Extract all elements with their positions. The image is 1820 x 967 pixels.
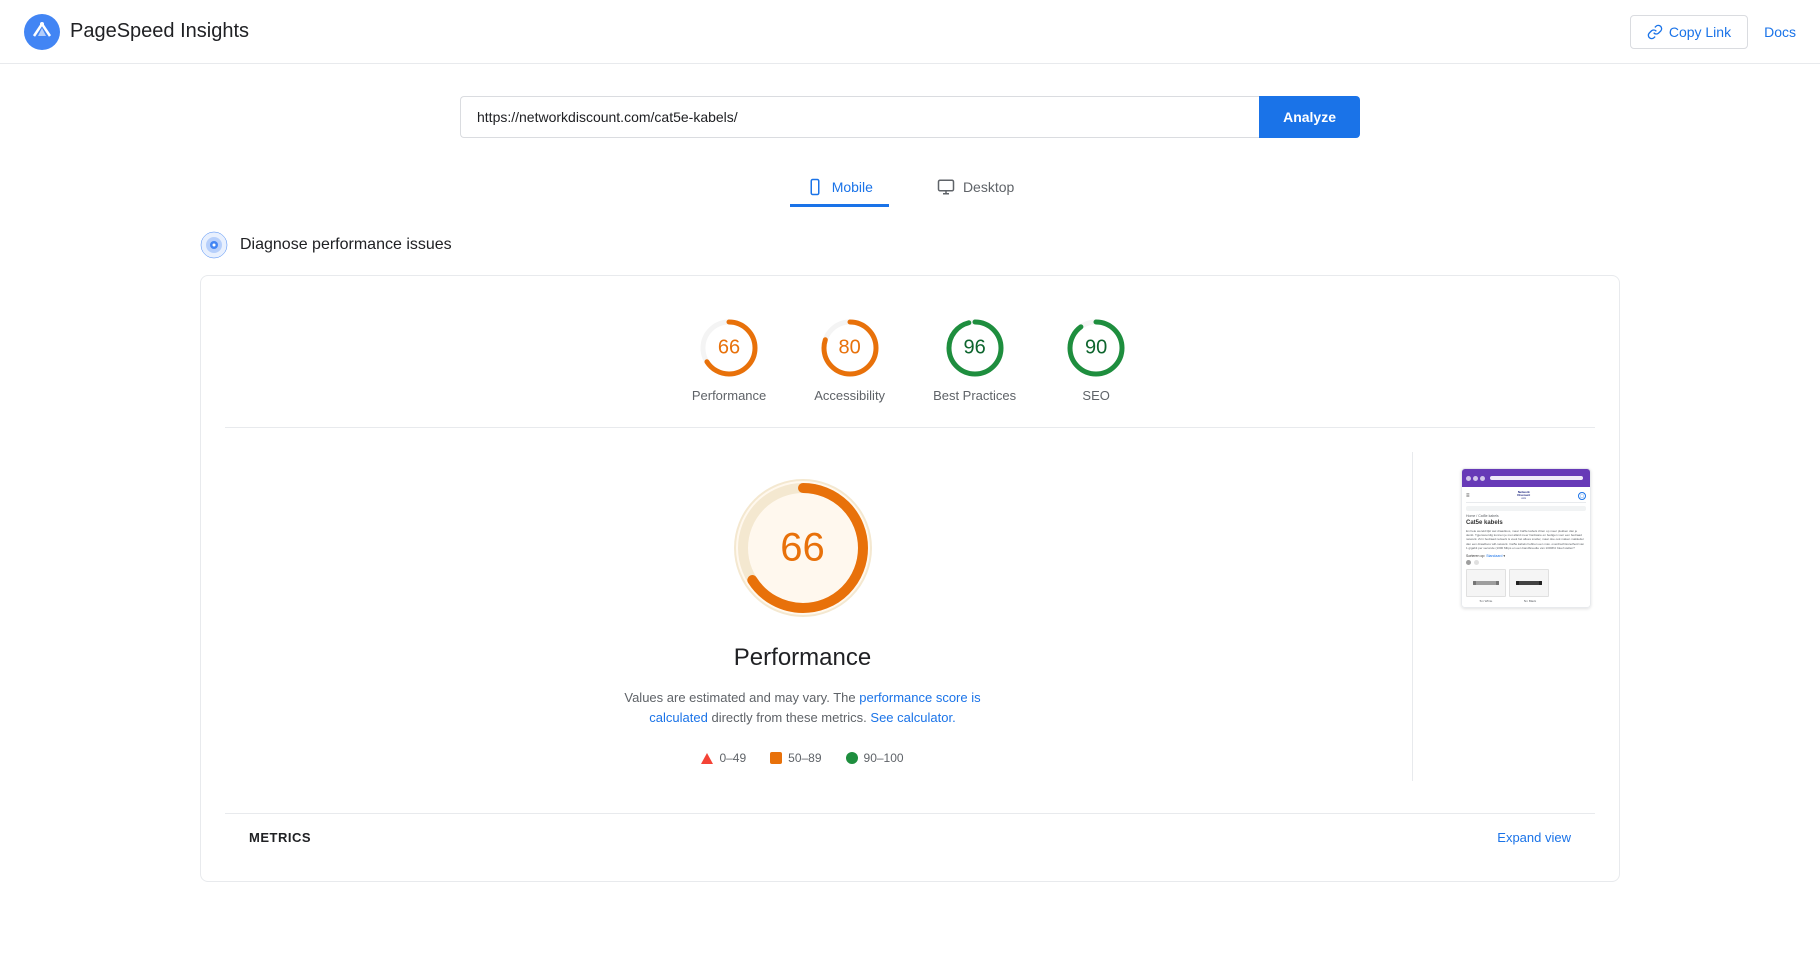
detail-section: 66 Performance Values are estimated and … (225, 428, 1595, 805)
score-circle-performance: 66 (697, 316, 761, 380)
ss-filter-row (1466, 560, 1586, 565)
copy-link-label: Copy Link (1669, 24, 1731, 40)
detail-right: ≡ Network Discount com ◯ Home / Cat5e ka… (1445, 452, 1595, 624)
score-number-performance: 66 (718, 337, 740, 360)
detail-description: Values are estimated and may vary. The p… (613, 688, 993, 727)
tab-desktop-label: Desktop (963, 179, 1014, 195)
score-label-seo: SEO (1082, 388, 1109, 403)
scores-row: 66 Performance 80 Accessibility 96 (225, 300, 1595, 428)
header-right: Copy Link Docs (1630, 15, 1796, 49)
legend-item-mid: 50–89 (770, 751, 821, 765)
score-number-best-practices: 96 (963, 337, 985, 360)
ss-logo: Network Discount com (1517, 491, 1530, 500)
score-label-performance: Performance (692, 388, 766, 403)
ss-logo-line3: com (1521, 498, 1526, 501)
tabs-nav: Mobile Desktop (0, 154, 1820, 223)
ss-cart-icon: ◯ (1578, 492, 1586, 500)
detail-divider (1412, 452, 1413, 781)
pagespeed-logo-icon (24, 14, 60, 50)
header: PageSpeed Insights Copy Link Docs (0, 0, 1820, 64)
ss-url-bar (1490, 476, 1583, 480)
app-title: PageSpeed Insights (70, 20, 249, 43)
ss-header-bar: ≡ Network Discount com ◯ (1466, 491, 1586, 503)
legend-range-mid: 50–89 (788, 751, 821, 765)
big-score-number: 66 (780, 526, 825, 571)
copy-link-button[interactable]: Copy Link (1630, 15, 1748, 49)
screenshot-content: ≡ Network Discount com ◯ Home / Cat5e ka… (1462, 487, 1590, 607)
ss-sorteren: Sorteren op: Standaard ▾ (1466, 554, 1586, 558)
legend-circle-icon (846, 752, 858, 764)
ss-breadcrumb: Home / Cat5e kabels (1466, 514, 1586, 518)
ss-cart-symbol: ◯ (1580, 493, 1584, 498)
ss-nav-dot-1 (1466, 476, 1471, 481)
score-circle-seo: 90 (1064, 316, 1128, 380)
ss-nav-dot-3 (1480, 476, 1485, 481)
url-input[interactable] (460, 96, 1259, 138)
mobile-icon (806, 178, 824, 196)
ss-description-text: En hele wereld lijkt wel draadloos, maar… (1466, 529, 1586, 550)
ss-search-bar (1466, 506, 1586, 511)
see-calculator-link[interactable]: See calculator. (870, 710, 955, 725)
score-circle-best-practices: 96 (943, 316, 1007, 380)
legend-item-low: 0–49 (701, 751, 746, 765)
link-icon (1647, 24, 1663, 40)
score-item-seo[interactable]: 90 SEO (1064, 316, 1128, 403)
description-text: Values are estimated and may vary. The (624, 690, 855, 705)
metrics-label: METRICS (249, 830, 311, 845)
ss-menu-icon: ≡ (1466, 493, 1470, 499)
ss-product-label-1: 5m White (1466, 599, 1506, 603)
ss-product-row (1466, 569, 1586, 597)
analyze-button[interactable]: Analyze (1259, 96, 1360, 138)
ss-product-label-2: 5m Black (1510, 599, 1550, 603)
header-left: PageSpeed Insights (24, 14, 249, 50)
score-number-seo: 90 (1085, 337, 1107, 360)
scores-card: 66 Performance 80 Accessibility 96 (200, 275, 1620, 882)
score-item-accessibility[interactable]: 80 Accessibility (814, 316, 885, 403)
legend-range-high: 90–100 (864, 751, 904, 765)
legend-range-low: 0–49 (719, 751, 746, 765)
url-form: Analyze (460, 96, 1360, 138)
tab-desktop[interactable]: Desktop (921, 170, 1030, 207)
diagnose-title: Diagnose performance issues (240, 236, 452, 254)
score-label-accessibility: Accessibility (814, 388, 885, 403)
desktop-icon (937, 178, 955, 196)
ss-product-2 (1509, 569, 1549, 597)
screenshot-preview: ≡ Network Discount com ◯ Home / Cat5e ka… (1461, 468, 1591, 608)
docs-link[interactable]: Docs (1764, 24, 1796, 40)
ss-nav-dot-2 (1473, 476, 1478, 481)
score-label-best-practices: Best Practices (933, 388, 1016, 403)
score-item-performance[interactable]: 66 Performance (692, 316, 766, 403)
score-circle-accessibility: 80 (818, 316, 882, 380)
diagnose-section: Diagnose performance issues (0, 223, 1820, 267)
ss-filter-dot-1 (1466, 560, 1471, 565)
tab-mobile-label: Mobile (832, 179, 873, 195)
screenshot-nav-bar (1462, 469, 1590, 487)
detail-title: Performance (734, 644, 871, 672)
legend-row: 0–49 50–89 90–100 (701, 751, 903, 765)
ss-product-labels: 5m White 5m Black (1466, 599, 1586, 603)
score-item-best-practices[interactable]: 96 Best Practices (933, 316, 1016, 403)
metrics-bar: METRICS Expand view (225, 813, 1595, 857)
score-number-accessibility: 80 (839, 337, 861, 360)
detail-left: 66 Performance Values are estimated and … (225, 452, 1380, 781)
tab-mobile[interactable]: Mobile (790, 170, 889, 207)
diagnose-icon (200, 231, 228, 259)
expand-view-link[interactable]: Expand view (1497, 830, 1571, 845)
legend-square-icon (770, 752, 782, 764)
description-text2: directly from these metrics. (711, 710, 870, 725)
ss-page-title: Cat5e kabels (1466, 520, 1586, 526)
ss-filter-dot-2 (1474, 560, 1479, 565)
url-section: Analyze (0, 64, 1820, 154)
legend-triangle-icon (701, 753, 713, 764)
ss-product-1 (1466, 569, 1506, 597)
big-score-circle: 66 (723, 468, 883, 628)
legend-item-high: 90–100 (846, 751, 904, 765)
